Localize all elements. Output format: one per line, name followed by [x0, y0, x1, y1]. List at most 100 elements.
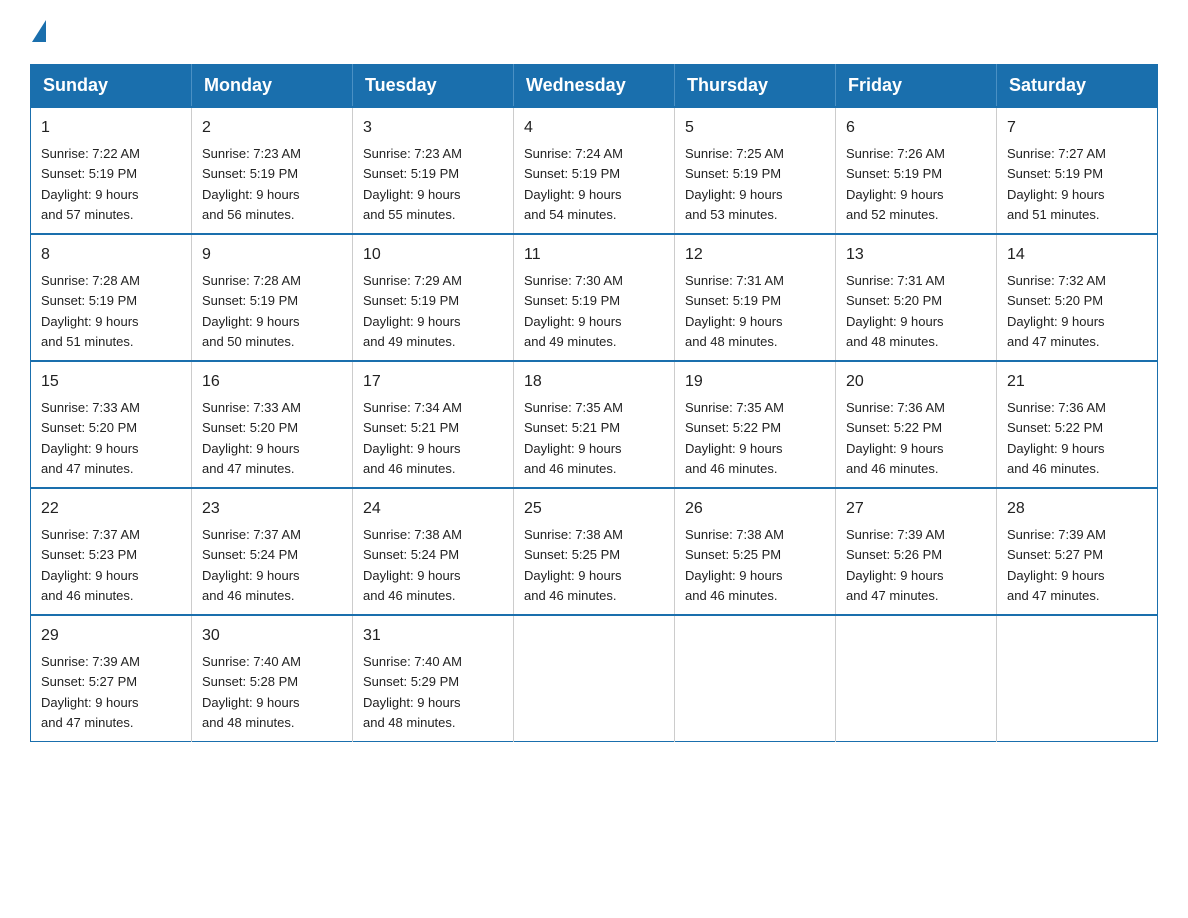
day-info: Sunrise: 7:38 AMSunset: 5:25 PMDaylight:… — [524, 527, 623, 603]
calendar-cell: 5 Sunrise: 7:25 AMSunset: 5:19 PMDayligh… — [675, 107, 836, 234]
day-info: Sunrise: 7:37 AMSunset: 5:24 PMDaylight:… — [202, 527, 301, 603]
calendar-cell — [514, 615, 675, 742]
day-of-week-friday: Friday — [836, 65, 997, 108]
day-of-week-tuesday: Tuesday — [353, 65, 514, 108]
day-info: Sunrise: 7:35 AMSunset: 5:22 PMDaylight:… — [685, 400, 784, 476]
calendar-cell: 25 Sunrise: 7:38 AMSunset: 5:25 PMDaylig… — [514, 488, 675, 615]
day-info: Sunrise: 7:40 AMSunset: 5:29 PMDaylight:… — [363, 654, 462, 730]
day-info: Sunrise: 7:39 AMSunset: 5:27 PMDaylight:… — [41, 654, 140, 730]
day-info: Sunrise: 7:37 AMSunset: 5:23 PMDaylight:… — [41, 527, 140, 603]
day-info: Sunrise: 7:34 AMSunset: 5:21 PMDaylight:… — [363, 400, 462, 476]
day-number: 28 — [1007, 497, 1147, 521]
day-of-week-wednesday: Wednesday — [514, 65, 675, 108]
calendar-cell: 22 Sunrise: 7:37 AMSunset: 5:23 PMDaylig… — [31, 488, 192, 615]
calendar-cell: 3 Sunrise: 7:23 AMSunset: 5:19 PMDayligh… — [353, 107, 514, 234]
day-info: Sunrise: 7:32 AMSunset: 5:20 PMDaylight:… — [1007, 273, 1106, 349]
calendar-cell: 31 Sunrise: 7:40 AMSunset: 5:29 PMDaylig… — [353, 615, 514, 742]
day-info: Sunrise: 7:23 AMSunset: 5:19 PMDaylight:… — [202, 146, 301, 222]
calendar-cell: 30 Sunrise: 7:40 AMSunset: 5:28 PMDaylig… — [192, 615, 353, 742]
calendar-cell: 14 Sunrise: 7:32 AMSunset: 5:20 PMDaylig… — [997, 234, 1158, 361]
day-number: 13 — [846, 243, 986, 267]
day-info: Sunrise: 7:25 AMSunset: 5:19 PMDaylight:… — [685, 146, 784, 222]
calendar-cell: 27 Sunrise: 7:39 AMSunset: 5:26 PMDaylig… — [836, 488, 997, 615]
calendar-week-row: 29 Sunrise: 7:39 AMSunset: 5:27 PMDaylig… — [31, 615, 1158, 742]
day-number: 2 — [202, 116, 342, 140]
day-number: 12 — [685, 243, 825, 267]
day-info: Sunrise: 7:22 AMSunset: 5:19 PMDaylight:… — [41, 146, 140, 222]
day-info: Sunrise: 7:31 AMSunset: 5:20 PMDaylight:… — [846, 273, 945, 349]
day-number: 14 — [1007, 243, 1147, 267]
day-info: Sunrise: 7:38 AMSunset: 5:24 PMDaylight:… — [363, 527, 462, 603]
day-info: Sunrise: 7:26 AMSunset: 5:19 PMDaylight:… — [846, 146, 945, 222]
day-info: Sunrise: 7:36 AMSunset: 5:22 PMDaylight:… — [846, 400, 945, 476]
day-of-week-monday: Monday — [192, 65, 353, 108]
day-number: 17 — [363, 370, 503, 394]
calendar-cell: 12 Sunrise: 7:31 AMSunset: 5:19 PMDaylig… — [675, 234, 836, 361]
calendar-cell: 13 Sunrise: 7:31 AMSunset: 5:20 PMDaylig… — [836, 234, 997, 361]
calendar-cell: 20 Sunrise: 7:36 AMSunset: 5:22 PMDaylig… — [836, 361, 997, 488]
day-number: 29 — [41, 624, 181, 648]
calendar-cell: 17 Sunrise: 7:34 AMSunset: 5:21 PMDaylig… — [353, 361, 514, 488]
page-header — [30, 20, 1158, 46]
calendar-cell: 19 Sunrise: 7:35 AMSunset: 5:22 PMDaylig… — [675, 361, 836, 488]
day-number: 15 — [41, 370, 181, 394]
calendar-cell: 11 Sunrise: 7:30 AMSunset: 5:19 PMDaylig… — [514, 234, 675, 361]
calendar-cell: 23 Sunrise: 7:37 AMSunset: 5:24 PMDaylig… — [192, 488, 353, 615]
day-info: Sunrise: 7:39 AMSunset: 5:27 PMDaylight:… — [1007, 527, 1106, 603]
day-number: 25 — [524, 497, 664, 521]
calendar-cell: 1 Sunrise: 7:22 AMSunset: 5:19 PMDayligh… — [31, 107, 192, 234]
calendar-cell: 18 Sunrise: 7:35 AMSunset: 5:21 PMDaylig… — [514, 361, 675, 488]
calendar-cell: 7 Sunrise: 7:27 AMSunset: 5:19 PMDayligh… — [997, 107, 1158, 234]
day-number: 10 — [363, 243, 503, 267]
calendar-cell — [997, 615, 1158, 742]
calendar-cell: 24 Sunrise: 7:38 AMSunset: 5:24 PMDaylig… — [353, 488, 514, 615]
calendar-week-row: 1 Sunrise: 7:22 AMSunset: 5:19 PMDayligh… — [31, 107, 1158, 234]
day-of-week-thursday: Thursday — [675, 65, 836, 108]
day-number: 9 — [202, 243, 342, 267]
day-number: 11 — [524, 243, 664, 267]
calendar-cell: 26 Sunrise: 7:38 AMSunset: 5:25 PMDaylig… — [675, 488, 836, 615]
day-info: Sunrise: 7:28 AMSunset: 5:19 PMDaylight:… — [41, 273, 140, 349]
day-info: Sunrise: 7:35 AMSunset: 5:21 PMDaylight:… — [524, 400, 623, 476]
day-number: 8 — [41, 243, 181, 267]
day-info: Sunrise: 7:39 AMSunset: 5:26 PMDaylight:… — [846, 527, 945, 603]
calendar-cell: 4 Sunrise: 7:24 AMSunset: 5:19 PMDayligh… — [514, 107, 675, 234]
day-info: Sunrise: 7:31 AMSunset: 5:19 PMDaylight:… — [685, 273, 784, 349]
day-number: 18 — [524, 370, 664, 394]
calendar-cell: 10 Sunrise: 7:29 AMSunset: 5:19 PMDaylig… — [353, 234, 514, 361]
calendar-cell: 28 Sunrise: 7:39 AMSunset: 5:27 PMDaylig… — [997, 488, 1158, 615]
calendar-table: SundayMondayTuesdayWednesdayThursdayFrid… — [30, 64, 1158, 742]
day-of-week-saturday: Saturday — [997, 65, 1158, 108]
day-number: 21 — [1007, 370, 1147, 394]
day-info: Sunrise: 7:27 AMSunset: 5:19 PMDaylight:… — [1007, 146, 1106, 222]
day-info: Sunrise: 7:38 AMSunset: 5:25 PMDaylight:… — [685, 527, 784, 603]
day-number: 3 — [363, 116, 503, 140]
day-number: 7 — [1007, 116, 1147, 140]
calendar-cell: 21 Sunrise: 7:36 AMSunset: 5:22 PMDaylig… — [997, 361, 1158, 488]
day-info: Sunrise: 7:24 AMSunset: 5:19 PMDaylight:… — [524, 146, 623, 222]
day-info: Sunrise: 7:40 AMSunset: 5:28 PMDaylight:… — [202, 654, 301, 730]
logo — [30, 20, 46, 46]
day-number: 19 — [685, 370, 825, 394]
calendar-week-row: 15 Sunrise: 7:33 AMSunset: 5:20 PMDaylig… — [31, 361, 1158, 488]
day-number: 27 — [846, 497, 986, 521]
logo-triangle-icon — [32, 20, 46, 42]
day-number: 5 — [685, 116, 825, 140]
calendar-cell: 2 Sunrise: 7:23 AMSunset: 5:19 PMDayligh… — [192, 107, 353, 234]
calendar-cell: 9 Sunrise: 7:28 AMSunset: 5:19 PMDayligh… — [192, 234, 353, 361]
calendar-cell — [675, 615, 836, 742]
day-number: 31 — [363, 624, 503, 648]
calendar-header-row: SundayMondayTuesdayWednesdayThursdayFrid… — [31, 65, 1158, 108]
day-of-week-sunday: Sunday — [31, 65, 192, 108]
day-number: 16 — [202, 370, 342, 394]
day-info: Sunrise: 7:28 AMSunset: 5:19 PMDaylight:… — [202, 273, 301, 349]
day-info: Sunrise: 7:30 AMSunset: 5:19 PMDaylight:… — [524, 273, 623, 349]
day-info: Sunrise: 7:36 AMSunset: 5:22 PMDaylight:… — [1007, 400, 1106, 476]
day-number: 30 — [202, 624, 342, 648]
day-number: 26 — [685, 497, 825, 521]
day-number: 23 — [202, 497, 342, 521]
calendar-cell: 29 Sunrise: 7:39 AMSunset: 5:27 PMDaylig… — [31, 615, 192, 742]
day-number: 20 — [846, 370, 986, 394]
day-number: 24 — [363, 497, 503, 521]
calendar-cell — [836, 615, 997, 742]
